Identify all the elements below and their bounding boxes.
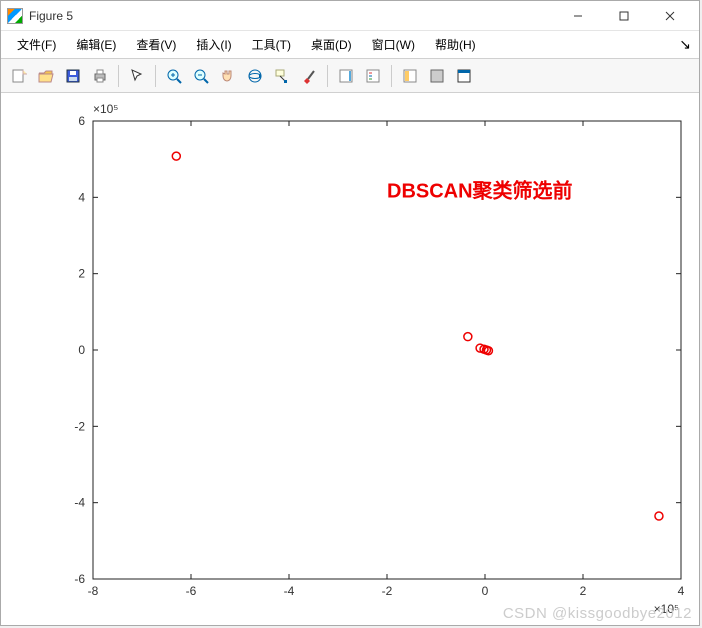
brush-button[interactable] <box>297 64 321 88</box>
svg-text:2: 2 <box>78 267 85 281</box>
pointer-button[interactable] <box>125 64 149 88</box>
menu-tools[interactable]: 工具(T) <box>244 33 299 56</box>
menu-window[interactable]: 窗口(W) <box>364 33 423 56</box>
figure-window: Figure 5 文件(F) 编辑(E) 查看(V) 插入(I) 工具(T) 桌… <box>0 0 700 626</box>
print-button[interactable] <box>88 64 112 88</box>
dock-button[interactable] <box>452 64 476 88</box>
menu-file[interactable]: 文件(F) <box>9 33 64 56</box>
svg-text:4: 4 <box>678 584 685 598</box>
menu-desktop[interactable]: 桌面(D) <box>303 33 360 56</box>
svg-text:4: 4 <box>78 190 85 204</box>
open-button[interactable] <box>34 64 58 88</box>
new-figure-button[interactable] <box>7 64 31 88</box>
svg-text:2: 2 <box>580 584 587 598</box>
chart-svg: -8-6-4-2024-6-4-20246×10⁵×10⁵DBSCAN聚类筛选前 <box>1 93 701 625</box>
link-plot-button[interactable] <box>398 64 422 88</box>
svg-text:-2: -2 <box>382 584 393 598</box>
close-button[interactable] <box>647 1 693 31</box>
toolbar <box>1 59 699 93</box>
menubar-overflow-icon[interactable]: ↘ <box>679 36 691 53</box>
svg-text:6: 6 <box>78 114 85 128</box>
insert-colorbar-button[interactable] <box>334 64 358 88</box>
svg-text:-6: -6 <box>186 584 197 598</box>
zoom-out-button[interactable] <box>189 64 213 88</box>
matlab-icon <box>7 8 23 24</box>
pan-button[interactable] <box>216 64 240 88</box>
svg-text:-4: -4 <box>284 584 295 598</box>
plot-area[interactable]: -8-6-4-2024-6-4-20246×10⁵×10⁵DBSCAN聚类筛选前 <box>1 93 699 625</box>
window-title: Figure 5 <box>29 9 73 23</box>
maximize-button[interactable] <box>601 1 647 31</box>
menu-edit[interactable]: 编辑(E) <box>68 33 124 56</box>
rotate3d-button[interactable] <box>243 64 267 88</box>
menu-help[interactable]: 帮助(H) <box>427 33 484 56</box>
minimize-button[interactable] <box>555 1 601 31</box>
hide-tools-button[interactable] <box>425 64 449 88</box>
svg-text:-6: -6 <box>74 572 85 586</box>
insert-legend-button[interactable] <box>361 64 385 88</box>
svg-text:0: 0 <box>482 584 489 598</box>
menubar: 文件(F) 编辑(E) 查看(V) 插入(I) 工具(T) 桌面(D) 窗口(W… <box>1 31 699 59</box>
svg-text:0: 0 <box>78 343 85 357</box>
titlebar: Figure 5 <box>1 1 699 31</box>
svg-text:×10⁵: ×10⁵ <box>93 102 118 116</box>
data-cursor-button[interactable] <box>270 64 294 88</box>
menu-view[interactable]: 查看(V) <box>128 33 184 56</box>
svg-text:-8: -8 <box>88 584 99 598</box>
menu-insert[interactable]: 插入(I) <box>188 33 239 56</box>
svg-text:-2: -2 <box>74 419 85 433</box>
svg-text:DBSCAN聚类筛选前: DBSCAN聚类筛选前 <box>387 178 573 202</box>
zoom-in-button[interactable] <box>162 64 186 88</box>
svg-text:×10⁵: ×10⁵ <box>654 602 679 616</box>
svg-text:-4: -4 <box>74 496 85 510</box>
save-button[interactable] <box>61 64 85 88</box>
